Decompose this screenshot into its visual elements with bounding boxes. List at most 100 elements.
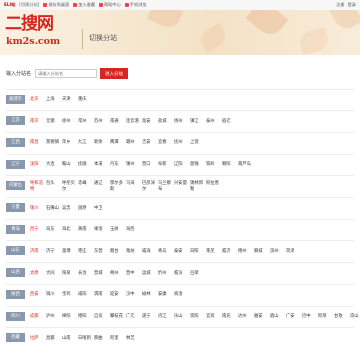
city-link[interactable]: 淄博 (62, 248, 78, 254)
city-link[interactable]: 莱芜 (206, 248, 222, 254)
city-link[interactable]: 阜新 (158, 161, 174, 167)
city-link[interactable]: 扬州 (174, 118, 190, 124)
city-link[interactable]: 朔州 (110, 270, 126, 276)
city-link[interactable]: 南通 (110, 118, 126, 124)
city-link[interactable]: 海北 (62, 226, 78, 232)
city-link[interactable]: 宜宾 (206, 313, 222, 319)
city-link[interactable]: 运城 (142, 270, 158, 276)
city-link[interactable]: 济南 (30, 248, 46, 254)
city-link[interactable]: 凉山 (350, 313, 360, 319)
city-link[interactable]: 赤峰 (78, 180, 94, 192)
switch-city-link[interactable]: [切换分站] (19, 0, 39, 10)
city-link[interactable]: 忻州 (158, 270, 174, 276)
city-link[interactable]: 泰州 (206, 118, 222, 124)
city-link[interactable]: 果洛 (94, 226, 110, 232)
city-link[interactable]: 海西 (126, 226, 142, 232)
city-link[interactable]: 鹰潭 (110, 139, 126, 145)
city-link[interactable]: 朝阳 (222, 161, 238, 167)
city-link[interactable]: 甘孜 (334, 313, 350, 319)
city-link[interactable]: 镇江 (190, 118, 206, 124)
city-link[interactable]: 上饶 (190, 139, 206, 145)
city-link[interactable]: 林芝 (126, 335, 142, 341)
city-link[interactable]: 临沂 (222, 248, 238, 254)
city-link[interactable]: 锡林郭勒 (190, 180, 206, 192)
city-link[interactable]: 巴彦淖尔 (142, 180, 158, 192)
city-link[interactable]: 银川 (30, 205, 46, 211)
city-link[interactable]: 玉树 (110, 226, 126, 232)
city-link[interactable]: 阳泉 (62, 270, 78, 276)
city-link[interactable]: 徐州 (62, 118, 78, 124)
city-link[interactable]: 威海 (142, 248, 158, 254)
city-link[interactable]: 泰安 (174, 248, 190, 254)
city-link[interactable]: 呼伦贝尔 (62, 180, 78, 192)
favorite-link[interactable]: 加入收藏 (73, 0, 95, 10)
city-link[interactable]: 西宁 (30, 226, 46, 232)
city-link[interactable]: 山南 (62, 335, 78, 341)
city-link[interactable]: 鞍山 (62, 161, 78, 167)
register-link[interactable]: 注册 (336, 0, 344, 10)
city-link[interactable]: 那曲 (94, 335, 110, 341)
city-link[interactable]: 南充 (222, 313, 238, 319)
help-link[interactable]: 帮助中心 (99, 0, 121, 10)
city-link[interactable]: 青岛 (158, 248, 174, 254)
city-link[interactable]: 中卫 (94, 205, 110, 211)
city-link[interactable]: 营口 (142, 161, 158, 167)
city-link[interactable]: 广安 (286, 313, 302, 319)
city-link[interactable]: 黄南 (78, 226, 94, 232)
city-link[interactable]: 阿里 (110, 335, 126, 341)
city-link[interactable]: 榆林 (142, 291, 158, 297)
city-link[interactable]: 大连 (46, 161, 62, 167)
city-link[interactable]: 石嘴山 (46, 205, 62, 211)
city-link[interactable]: 延安 (110, 291, 126, 297)
city-link[interactable]: 自贡 (94, 313, 110, 319)
city-link[interactable]: 葫芦岛 (238, 161, 254, 167)
city-link[interactable]: 南京 (30, 118, 46, 124)
city-link[interactable]: 资阳 (190, 313, 206, 319)
login-link[interactable]: 登录 (348, 0, 356, 10)
city-link[interactable]: 固原 (78, 205, 94, 211)
city-link[interactable]: 安康 (158, 291, 174, 297)
city-link[interactable]: 铁岭 (206, 161, 222, 167)
city-link[interactable]: 商洛 (174, 291, 190, 297)
city-link[interactable]: 丹东 (110, 161, 126, 167)
city-link[interactable]: 盘锦 (190, 161, 206, 167)
city-link[interactable]: 成都 (30, 313, 46, 319)
city-link[interactable]: 赣州 (126, 139, 142, 145)
city-link[interactable]: 通辽 (94, 180, 110, 192)
city-link[interactable]: 晋城 (94, 270, 110, 276)
city-link[interactable]: 乐山 (174, 313, 190, 319)
city-link[interactable]: 萍乡 (62, 139, 78, 145)
city-link[interactable]: 东营 (94, 248, 110, 254)
city-link[interactable]: 眉山 (270, 313, 286, 319)
city-link[interactable]: 海东 (46, 226, 62, 232)
city-link[interactable]: 北京 (30, 96, 46, 102)
city-link[interactable]: 临汾 (174, 270, 190, 276)
city-link[interactable]: 阿坝 (318, 313, 334, 319)
city-link[interactable]: 绵阳 (62, 313, 78, 319)
city-link[interactable]: 拉萨 (30, 335, 46, 341)
city-link[interactable]: 鄂尔多斯 (110, 180, 126, 192)
city-link[interactable]: 新余 (94, 139, 110, 145)
city-link[interactable]: 辽阳 (174, 161, 190, 167)
city-link[interactable]: 大同 (46, 270, 62, 276)
city-link[interactable]: 咸阳 (78, 291, 94, 297)
city-link[interactable]: 宿迁 (222, 118, 238, 124)
city-link[interactable]: 淮安 (142, 118, 158, 124)
city-link[interactable]: 景德镇 (46, 139, 62, 145)
city-link[interactable]: 吴忠 (62, 205, 78, 211)
site-logo[interactable]: 二搜网 km2s.com (5, 12, 60, 52)
city-link[interactable]: 枣庄 (78, 248, 94, 254)
city-link[interactable]: 德州 (238, 248, 254, 254)
city-link[interactable]: 巴中 (302, 313, 318, 319)
city-link[interactable]: 遂宁 (142, 313, 158, 319)
city-link[interactable]: 苏州 (94, 118, 110, 124)
city-link[interactable]: 上海 (46, 96, 62, 102)
city-link[interactable]: 沈阳 (30, 161, 46, 167)
city-link[interactable]: 无锡 (46, 118, 62, 124)
city-link[interactable]: 兴安盟 (174, 180, 190, 192)
city-link[interactable]: 汉中 (126, 291, 142, 297)
city-link[interactable]: 铜川 (46, 291, 62, 297)
city-link[interactable]: 吕梁 (190, 270, 206, 276)
city-link[interactable]: 抚州 (174, 139, 190, 145)
city-link[interactable]: 宜春 (158, 139, 174, 145)
